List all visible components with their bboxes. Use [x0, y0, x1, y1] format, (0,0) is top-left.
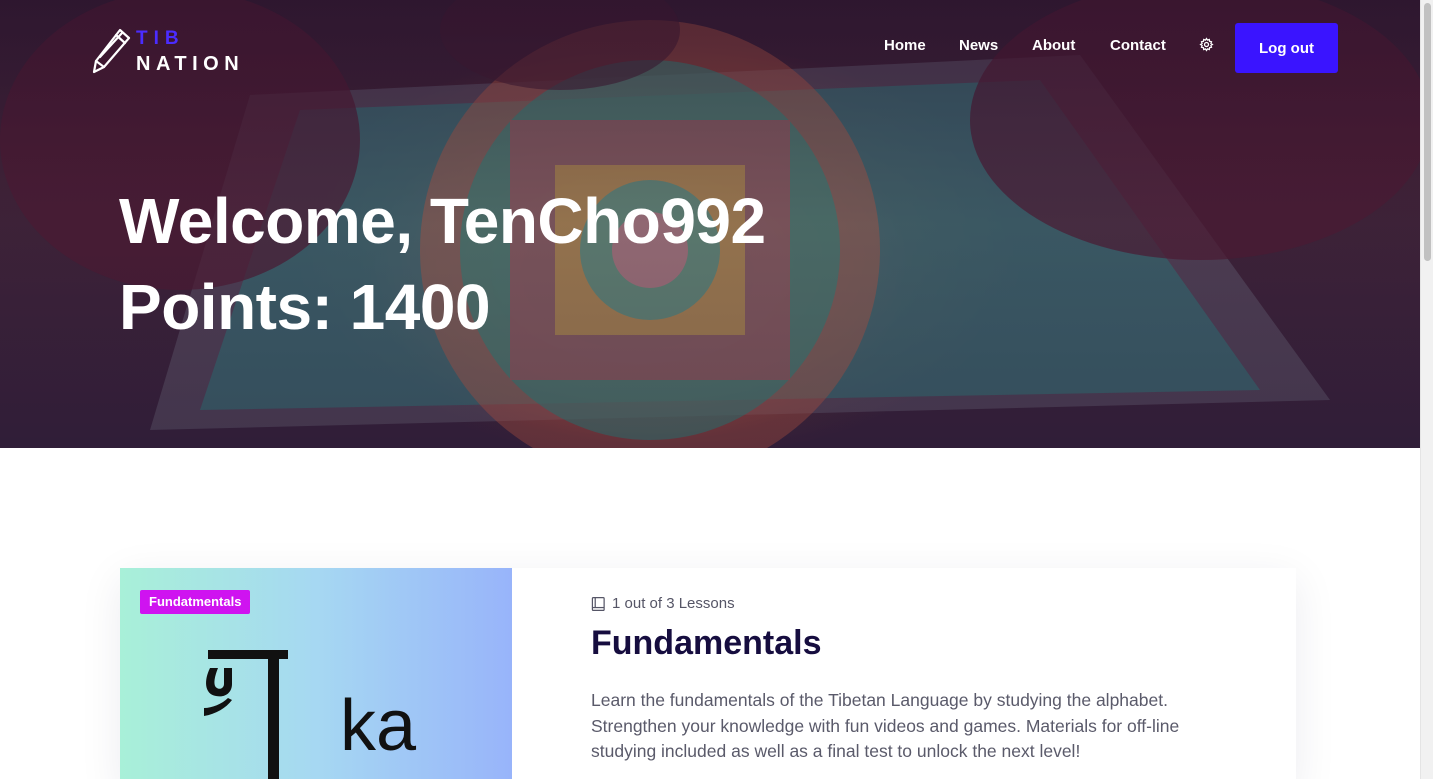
nav-home[interactable]: Home: [884, 37, 926, 54]
course-title[interactable]: Fundamentals: [591, 624, 821, 663]
nav-news[interactable]: News: [959, 37, 998, 54]
scrollbar-thumb[interactable]: [1424, 3, 1431, 261]
course-image[interactable]: Fundatmentals ka: [120, 568, 512, 779]
points-text: Points: 1400: [119, 271, 491, 343]
site-logo[interactable]: TIB NATION: [90, 27, 244, 75]
logout-button[interactable]: Log out: [1235, 23, 1338, 73]
course-card[interactable]: Fundatmentals ka 1 out of 3 Lessons Fund…: [120, 568, 1296, 779]
welcome-text: Welcome, TenCho992: [119, 185, 766, 257]
logo-text-nation: NATION: [136, 52, 245, 75]
pencil-icon: [92, 28, 131, 74]
lessons-count: 1 out of 3 Lessons: [612, 595, 735, 612]
logo-text-tib: TIB: [136, 27, 185, 49]
transliteration-text: ka: [340, 686, 417, 766]
nav-about[interactable]: About: [1032, 37, 1075, 54]
nav-contact[interactable]: Contact: [1110, 37, 1166, 54]
scrollbar[interactable]: [1420, 0, 1433, 779]
book-icon: [591, 596, 605, 611]
lessons-progress: 1 out of 3 Lessons: [591, 595, 735, 612]
course-tag[interactable]: Fundatmentals: [140, 590, 251, 614]
gear-icon[interactable]: [1199, 37, 1214, 52]
tibetan-ka-glyph: [204, 650, 288, 779]
course-description: Learn the fundamentals of the Tibetan La…: [591, 690, 1180, 761]
hero-heading: Welcome, TenCho992 Points: 1400: [119, 178, 766, 350]
